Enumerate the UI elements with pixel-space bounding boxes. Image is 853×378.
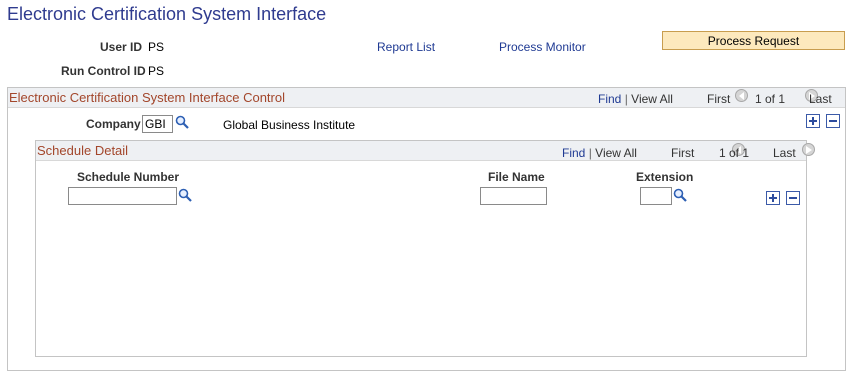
file-name-header: File Name bbox=[488, 170, 545, 184]
schedule-separator: | bbox=[588, 146, 592, 160]
user-id-label: User ID bbox=[100, 40, 143, 54]
prev-icon[interactable] bbox=[735, 89, 748, 102]
process-monitor-link[interactable]: Process Monitor bbox=[499, 40, 586, 54]
control-count: 1 of 1 bbox=[755, 92, 786, 106]
control-view-all-link[interactable]: View All bbox=[631, 92, 673, 106]
control-nav: Find | View All bbox=[598, 92, 673, 106]
schedule-nav: Find | View All bbox=[562, 146, 637, 160]
file-name-input[interactable] bbox=[480, 187, 547, 205]
extension-header: Extension bbox=[636, 170, 694, 184]
schedule-view-all-link[interactable]: View All bbox=[595, 146, 637, 160]
run-control-value: PS bbox=[148, 64, 165, 78]
company-description: Global Business Institute bbox=[223, 118, 356, 132]
company-lookup-icon[interactable] bbox=[175, 115, 189, 132]
schedule-next-icon[interactable] bbox=[802, 143, 816, 156]
report-list-link[interactable]: Report List bbox=[377, 40, 435, 54]
schedule-add-row-button[interactable] bbox=[766, 191, 780, 205]
minus-icon bbox=[829, 120, 837, 122]
schedule-number-input[interactable] bbox=[68, 187, 177, 205]
company-input[interactable] bbox=[142, 115, 173, 133]
control-first-label[interactable]: First bbox=[707, 92, 730, 106]
schedule-count: 1 of 1 bbox=[719, 146, 750, 160]
schedule-find-link[interactable]: Find bbox=[562, 146, 585, 160]
extension-input[interactable] bbox=[640, 187, 672, 205]
control-add-row-button[interactable] bbox=[806, 114, 820, 128]
control-last-label[interactable]: Last bbox=[809, 92, 832, 106]
schedule-delete-row-button[interactable] bbox=[786, 191, 800, 205]
run-control-label: Run Control ID bbox=[61, 64, 146, 78]
schedule-plus-icon bbox=[769, 194, 777, 202]
schedule-last-label[interactable]: Last bbox=[773, 146, 796, 160]
plus-icon bbox=[809, 117, 817, 125]
company-label: Company bbox=[86, 117, 141, 131]
schedule-section-title: Schedule Detail bbox=[37, 143, 129, 158]
schedule-number-lookup-icon[interactable] bbox=[178, 188, 192, 205]
control-separator: | bbox=[624, 92, 628, 106]
control-delete-row-button[interactable] bbox=[826, 114, 840, 128]
control-find-link[interactable]: Find bbox=[598, 92, 621, 106]
schedule-minus-icon bbox=[789, 197, 797, 199]
page-title: Electronic Certification System Interfac… bbox=[7, 4, 327, 24]
schedule-first-label[interactable]: First bbox=[671, 146, 694, 160]
schedule-number-header: Schedule Number bbox=[77, 170, 180, 184]
extension-lookup-icon[interactable] bbox=[673, 188, 687, 205]
control-section-title: Electronic Certification System Interfac… bbox=[9, 90, 285, 105]
user-id-value: PS bbox=[148, 40, 165, 54]
process-request-button[interactable]: Process Request bbox=[662, 31, 845, 50]
